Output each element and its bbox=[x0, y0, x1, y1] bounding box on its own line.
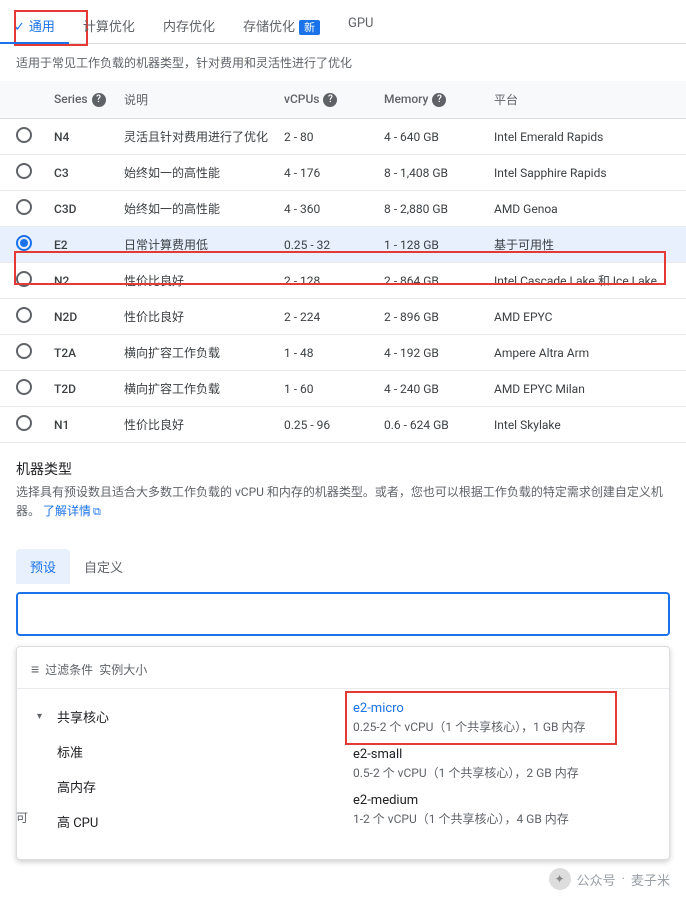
vcpus-cell: 2 - 80 bbox=[276, 119, 376, 155]
category-list: ▾共享核心 标准 高内存 高 CPU bbox=[17, 689, 337, 849]
vcpus-cell: 4 - 176 bbox=[276, 155, 376, 191]
learn-more-link[interactable]: 了解详情⧉ bbox=[43, 504, 101, 518]
machine-type-description: 选择具有预设数且适合大多数工作负载的 vCPU 和内存的机器类型。或者，您也可以… bbox=[16, 483, 670, 521]
series-cell: T2D bbox=[46, 371, 116, 407]
tab-compute-optimized[interactable]: 计算优化 bbox=[69, 8, 149, 43]
platform-cell: AMD Genoa bbox=[486, 191, 686, 227]
series-cell: E2 bbox=[46, 227, 116, 263]
series-cell: N2 bbox=[46, 263, 116, 299]
radio-button[interactable] bbox=[16, 379, 32, 395]
table-row[interactable]: N2 性价比良好 2 - 128 2 - 864 GB Intel Cascad… bbox=[0, 263, 686, 299]
series-cell: N4 bbox=[46, 119, 116, 155]
table-row[interactable]: T2A 横向扩容工作负载 1 - 48 4 - 192 GB Ampere Al… bbox=[0, 335, 686, 371]
radio-button[interactable] bbox=[16, 127, 32, 143]
vcpus-cell: 1 - 60 bbox=[276, 371, 376, 407]
desc-cell: 性价比良好 bbox=[116, 407, 276, 443]
radio-button[interactable] bbox=[16, 199, 32, 215]
memory-cell: 1 - 128 GB bbox=[376, 227, 486, 263]
series-cell: C3 bbox=[46, 155, 116, 191]
memory-cell: 8 - 1,408 GB bbox=[376, 155, 486, 191]
subtab-custom[interactable]: 自定义 bbox=[70, 549, 137, 584]
desc-cell: 日常计算费用低 bbox=[116, 227, 276, 263]
desc-cell: 始终如一的高性能 bbox=[116, 191, 276, 227]
memory-cell: 2 - 896 GB bbox=[376, 299, 486, 335]
radio-button[interactable] bbox=[16, 271, 32, 287]
category-high-memory[interactable]: 高内存 bbox=[17, 769, 337, 804]
check-icon: ✓ bbox=[14, 20, 25, 35]
subtab-preset[interactable]: 预设 bbox=[16, 549, 70, 584]
tab-description: 适用于常见工作负载的机器类型，针对费用和灵活性进行了优化 bbox=[0, 44, 686, 81]
help-icon[interactable]: ? bbox=[92, 93, 106, 107]
radio-button[interactable] bbox=[16, 307, 32, 323]
category-high-cpu[interactable]: 高 CPU bbox=[17, 804, 337, 839]
table-row[interactable]: T2D 横向扩容工作负载 1 - 60 4 - 240 GB AMD EPYC … bbox=[0, 371, 686, 407]
platform-cell: Intel Sapphire Rapids bbox=[486, 155, 686, 191]
platform-cell: 基于可用性 bbox=[486, 227, 686, 263]
vcpus-cell: 0.25 - 96 bbox=[276, 407, 376, 443]
category-standard[interactable]: 标准 bbox=[17, 734, 337, 769]
desc-cell: 横向扩容工作负载 bbox=[116, 335, 276, 371]
radio-button[interactable] bbox=[16, 235, 32, 251]
memory-cell: 8 - 2,880 GB bbox=[376, 191, 486, 227]
machine-type-dropdown: ≡ 过滤条件 实例大小 ▾共享核心 标准 高内存 高 CPU e2-micro … bbox=[16, 646, 670, 860]
machine-family-tabs: ✓通用 计算优化 内存优化 存储优化新 GPU bbox=[0, 8, 686, 44]
help-icon[interactable]: ? bbox=[323, 93, 337, 107]
memory-cell: 4 - 640 GB bbox=[376, 119, 486, 155]
machine-type-options: e2-micro 0.25-2 个 vCPU（1 个共享核心），1 GB 内存 … bbox=[337, 689, 669, 849]
category-shared-core[interactable]: ▾共享核心 bbox=[17, 699, 337, 734]
option-e2-medium[interactable]: e2-medium 1-2 个 vCPU（1 个共享核心），4 GB 内存 bbox=[337, 787, 669, 833]
radio-button[interactable] bbox=[16, 415, 32, 431]
platform-cell: AMD EPYC bbox=[486, 299, 686, 335]
option-e2-small[interactable]: e2-small 0.5-2 个 vCPU（1 个共享核心），2 GB 内存 bbox=[337, 741, 669, 787]
tab-memory-optimized[interactable]: 内存优化 bbox=[149, 8, 229, 43]
help-icon[interactable]: ? bbox=[432, 93, 446, 107]
watermark-footer: ✦ 公众号 · 麦子米 bbox=[0, 860, 686, 898]
series-cell: N2D bbox=[46, 299, 116, 335]
new-badge: 新 bbox=[299, 20, 320, 35]
platform-cell: AMD EPYC Milan bbox=[486, 371, 686, 407]
option-e2-micro[interactable]: e2-micro 0.25-2 个 vCPU（1 个共享核心），1 GB 内存 bbox=[337, 695, 669, 741]
tab-gpu[interactable]: GPU bbox=[334, 8, 388, 43]
memory-cell: 0.6 - 624 GB bbox=[376, 407, 486, 443]
machine-type-title: 机器类型 bbox=[16, 459, 670, 479]
series-cell: C3D bbox=[46, 191, 116, 227]
table-row[interactable]: C3 始终如一的高性能 4 - 176 8 - 1,408 GB Intel S… bbox=[0, 155, 686, 191]
vcpus-cell: 1 - 48 bbox=[276, 335, 376, 371]
platform-cell: Intel Emerald Rapids bbox=[486, 119, 686, 155]
radio-button[interactable] bbox=[16, 163, 32, 179]
platform-cell: Intel Skylake bbox=[486, 407, 686, 443]
platform-cell: Intel Cascade Lake 和 Ice Lake bbox=[486, 263, 686, 299]
table-row[interactable]: N2D 性价比良好 2 - 224 2 - 896 GB AMD EPYC bbox=[0, 299, 686, 335]
filter-row[interactable]: ≡ 过滤条件 实例大小 bbox=[17, 657, 669, 689]
desc-cell: 性价比良好 bbox=[116, 299, 276, 335]
machine-type-subtabs: 预设 自定义 bbox=[16, 549, 670, 584]
truncated-text: 可 bbox=[16, 809, 28, 826]
series-cell: N1 bbox=[46, 407, 116, 443]
vcpus-cell: 0.25 - 32 bbox=[276, 227, 376, 263]
desc-cell: 性价比良好 bbox=[116, 263, 276, 299]
desc-cell: 灵活且针对费用进行了优化 bbox=[116, 119, 276, 155]
table-row[interactable]: E2 日常计算费用低 0.25 - 32 1 - 128 GB 基于可用性 bbox=[0, 227, 686, 263]
memory-cell: 2 - 864 GB bbox=[376, 263, 486, 299]
vcpus-cell: 2 - 224 bbox=[276, 299, 376, 335]
series-cell: T2A bbox=[46, 335, 116, 371]
desc-cell: 横向扩容工作负载 bbox=[116, 371, 276, 407]
chevron-down-icon: ▾ bbox=[37, 711, 47, 722]
series-table: Series? 说明 vCPUs? Memory? 平台 N4 灵活且针对费用进… bbox=[0, 81, 686, 443]
table-row[interactable]: N4 灵活且针对费用进行了优化 2 - 80 4 - 640 GB Intel … bbox=[0, 119, 686, 155]
vcpus-cell: 2 - 128 bbox=[276, 263, 376, 299]
radio-button[interactable] bbox=[16, 343, 32, 359]
desc-cell: 始终如一的高性能 bbox=[116, 155, 276, 191]
table-row[interactable]: N1 性价比良好 0.25 - 96 0.6 - 624 GB Intel Sk… bbox=[0, 407, 686, 443]
table-row[interactable]: C3D 始终如一的高性能 4 - 360 8 - 2,880 GB AMD Ge… bbox=[0, 191, 686, 227]
memory-cell: 4 - 192 GB bbox=[376, 335, 486, 371]
machine-type-select[interactable] bbox=[16, 592, 670, 636]
vcpus-cell: 4 - 360 bbox=[276, 191, 376, 227]
tab-storage-optimized[interactable]: 存储优化新 bbox=[229, 8, 334, 43]
wechat-icon: ✦ bbox=[549, 868, 571, 890]
platform-cell: Ampere Altra Arm bbox=[486, 335, 686, 371]
tab-general[interactable]: ✓通用 bbox=[0, 8, 69, 43]
external-link-icon: ⧉ bbox=[93, 505, 101, 518]
memory-cell: 4 - 240 GB bbox=[376, 371, 486, 407]
